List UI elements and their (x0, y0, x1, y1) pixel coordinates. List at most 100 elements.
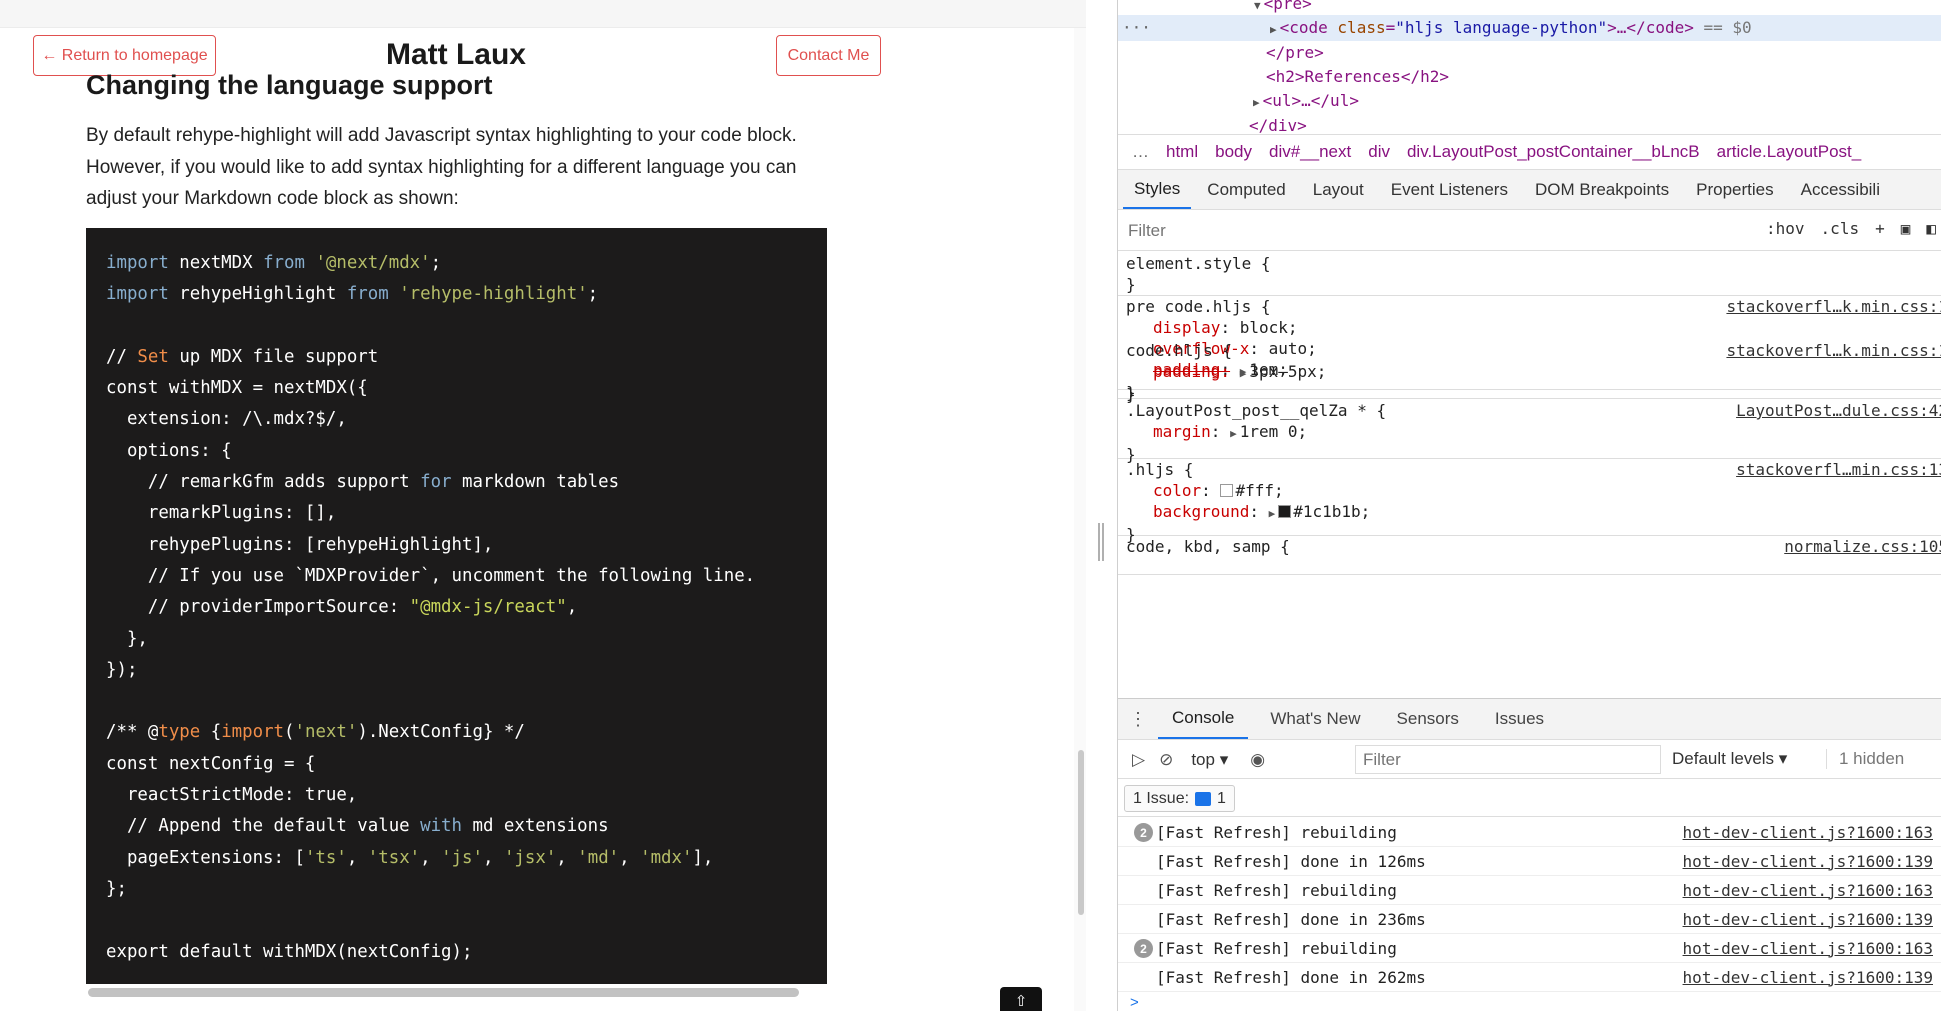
panel-resize-handle[interactable] (1098, 523, 1104, 561)
css-property[interactable]: display: block; (1126, 317, 1934, 338)
tab-event-listeners[interactable]: Event Listeners (1380, 170, 1519, 209)
property-value[interactable]: block; (1240, 318, 1298, 337)
breadcrumb-overflow[interactable]: … (1132, 142, 1149, 162)
sidebar-toggle-icon[interactable]: ◧ (1926, 219, 1936, 238)
console-source-link[interactable]: hot-dev-client.js?1600:163 (1683, 881, 1933, 900)
code-token: import (221, 722, 285, 743)
drawer-tab-sensors[interactable]: Sensors (1383, 699, 1473, 739)
property-name[interactable]: display (1153, 318, 1220, 337)
issues-badge[interactable]: 1 Issue: 1 (1124, 785, 1235, 812)
console-source-link[interactable]: hot-dev-client.js?1600:139 (1683, 968, 1933, 987)
rule-source-link[interactable]: stackoverfl…min.css:13 (1736, 459, 1941, 480)
code-token: "@mdx-js/react" (409, 597, 567, 618)
rule-selector[interactable]: element.style { (1126, 253, 1934, 274)
dom-node-h2[interactable]: <h2>References</h2> (1266, 67, 1449, 86)
property-name[interactable]: background (1153, 502, 1249, 521)
log-levels-select[interactable]: Default levels ▾ (1672, 749, 1787, 769)
code-horizontal-scrollbar[interactable] (88, 988, 799, 997)
code-token: 'tsx' (367, 847, 421, 868)
style-rule[interactable]: code, kbd, samp {normalize.css:105 (1118, 535, 1941, 575)
code-token: ; (430, 253, 442, 273)
property-name[interactable]: color (1153, 481, 1201, 500)
page-scrollbar-thumb[interactable] (1078, 750, 1084, 915)
tab-properties[interactable]: Properties (1685, 170, 1784, 209)
breadcrumb-item[interactable]: article.LayoutPost_ (1717, 142, 1862, 162)
code-token: , (482, 847, 504, 868)
style-rule[interactable]: .LayoutPost_post__qelZa * {LayoutPost…du… (1118, 399, 1941, 464)
breadcrumb-item[interactable]: div.LayoutPost_postContainer__bLncB (1407, 142, 1700, 162)
expand-triangle-icon[interactable]: ▶ (1240, 367, 1247, 380)
css-property[interactable]: background: ▶ #1c1b1b; (1126, 501, 1934, 524)
drawer-tab-console[interactable]: Console (1158, 699, 1249, 739)
breadcrumb-item[interactable]: body (1215, 142, 1252, 162)
drawer-tab-what-s-new[interactable]: What's New (1256, 699, 1374, 739)
expand-triangle-icon[interactable]: ▶ (1269, 507, 1276, 520)
dom-node-pre[interactable]: ▼ <pre> (1254, 0, 1312, 13)
style-rule[interactable]: .hljs {stackoverfl…min.css:13 color: #fff… (1118, 458, 1941, 544)
css-property[interactable]: padding: ▶ 3px–5px; (1126, 361, 1934, 384)
style-rule[interactable]: element.style {} (1118, 252, 1941, 296)
color-swatch[interactable] (1278, 505, 1292, 518)
more-vertical-icon[interactable]: ⋮ (1118, 699, 1158, 739)
eye-icon[interactable]: ◉ (1250, 750, 1265, 770)
console-message: [Fast Refresh] done in 236ms hot-dev-clie… (1118, 905, 1941, 934)
console-message-text: [Fast Refresh] rebuilding (1156, 822, 1397, 842)
style-rule[interactable]: code.hljs {stackoverfl…k.min.css:1 paddin… (1118, 339, 1941, 404)
code-token: ( (284, 722, 295, 743)
tab-styles[interactable]: Styles (1123, 170, 1192, 209)
contact-button[interactable]: Contact Me (776, 35, 881, 76)
cls-toggle[interactable]: .cls (1821, 219, 1860, 238)
code-token: import (106, 284, 169, 305)
console-prompt[interactable]: > (1130, 994, 1139, 1011)
hov-toggle[interactable]: :hov (1766, 219, 1805, 238)
breadcrumb-item[interactable]: div (1368, 142, 1390, 162)
rule-source-link[interactable]: stackoverfl…k.min.css:1 (1726, 340, 1941, 361)
rule-source-link[interactable]: normalize.css:105 (1784, 536, 1941, 557)
css-property[interactable]: margin: ▶ 1rem 0; (1126, 421, 1934, 444)
context-select[interactable]: top ▾ (1191, 750, 1228, 770)
new-rule-button[interactable]: + (1875, 219, 1885, 238)
property-name[interactable]: padding: (1153, 362, 1230, 381)
property-value[interactable]: 3px–5px; (1249, 362, 1326, 381)
console-source-link[interactable]: hot-dev-client.js?1600:163 (1683, 939, 1933, 958)
property-name[interactable]: margin (1153, 422, 1211, 441)
clear-console-icon[interactable]: ⊘ (1159, 750, 1173, 770)
property-value[interactable]: #fff; (1235, 481, 1283, 500)
console-source-link[interactable]: hot-dev-client.js?1600:139 (1683, 910, 1933, 929)
dom-ellipsis[interactable]: ··· (1122, 18, 1151, 37)
styles-filter-input[interactable] (1122, 216, 1702, 246)
code-block: import nextMDX from '@next/mdx'; import … (86, 228, 827, 984)
property-value[interactable]: 1rem 0; (1240, 422, 1307, 441)
tab-accessibili[interactable]: Accessibili (1790, 170, 1891, 209)
code-token: 'rehype-highlight' (399, 284, 588, 305)
code-token: , (420, 847, 442, 868)
dom-node-code[interactable]: ▶ <code class="hljs language-python">…</c… (1270, 18, 1752, 37)
console-source-link[interactable]: hot-dev-client.js?1600:163 (1683, 823, 1933, 842)
console-filter-input[interactable] (1355, 745, 1661, 774)
section-heading: Changing the language support (86, 70, 493, 100)
code-token: /** @ (106, 722, 159, 743)
show-sidebar-icon[interactable]: ▷ (1132, 750, 1145, 770)
tab-layout[interactable]: Layout (1302, 170, 1375, 209)
console-source-link[interactable]: hot-dev-client.js?1600:139 (1683, 852, 1933, 871)
scroll-to-top-button[interactable]: ⇧ (1000, 987, 1042, 1011)
breadcrumb-item[interactable]: html (1166, 142, 1198, 162)
breadcrumb-item[interactable]: div#__next (1269, 142, 1351, 162)
dom-node-div-close[interactable]: </div> (1249, 116, 1307, 135)
rule-source-link[interactable]: stackoverfl…k.min.css:1 (1726, 296, 1941, 317)
tab-dom-breakpoints[interactable]: DOM Breakpoints (1524, 170, 1680, 209)
expand-triangle-icon[interactable]: ▶ (1230, 427, 1237, 440)
code-token: , (556, 847, 578, 868)
collapsed-triangle-icon: ▶ (1253, 96, 1260, 109)
css-property[interactable]: color: #fff; (1126, 480, 1934, 501)
dom-node-ul[interactable]: ▶ <ul>…</ul> (1253, 91, 1359, 110)
property-value[interactable]: #1c1b1b; (1293, 502, 1370, 521)
dom-node-pre-close[interactable]: </pre> (1266, 43, 1324, 62)
code-token: reactStrictMode: true, (106, 785, 358, 806)
paint-icon[interactable]: ▣ (1901, 219, 1911, 238)
rule-source-link[interactable]: LayoutPost…dule.css:42 (1736, 400, 1941, 421)
rule-close-brace: } (1126, 275, 1136, 294)
tab-computed[interactable]: Computed (1196, 170, 1296, 209)
drawer-tab-issues[interactable]: Issues (1481, 699, 1558, 739)
color-swatch[interactable] (1220, 484, 1234, 497)
